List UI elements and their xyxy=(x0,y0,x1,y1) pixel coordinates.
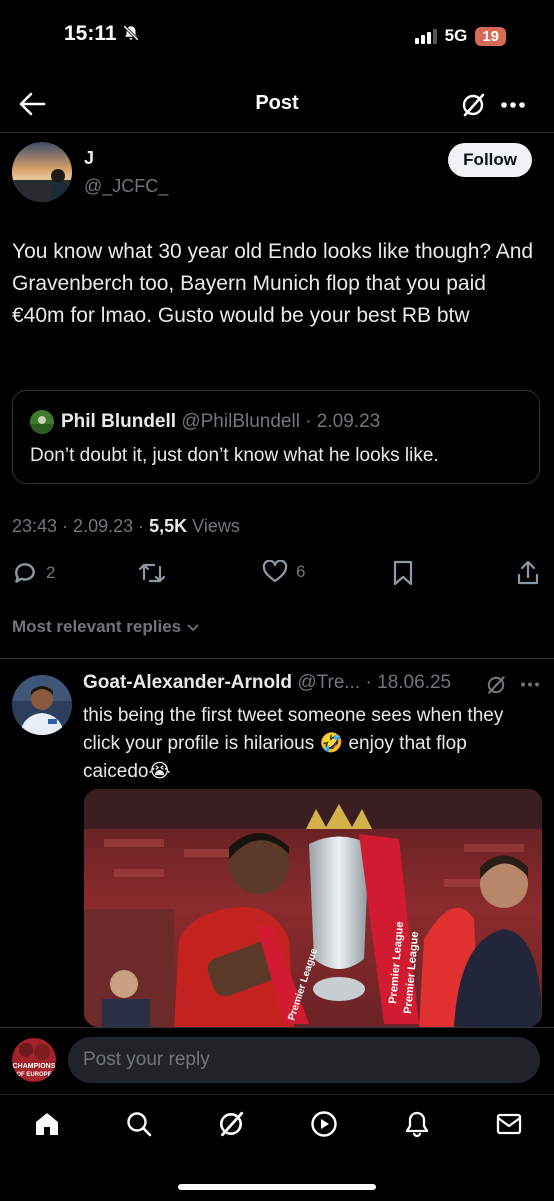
network-type: 5G xyxy=(444,26,468,45)
reply-input-placeholder: Post your reply xyxy=(83,1049,210,1070)
reply-date: · 18.06.25 xyxy=(365,672,452,693)
like-icon[interactable] xyxy=(262,560,288,584)
reply-icon[interactable] xyxy=(12,560,38,586)
reply-author-avatar[interactable] xyxy=(12,675,72,735)
like-action[interactable]: 6 xyxy=(262,560,305,584)
reply-text: this being the first tweet someone sees … xyxy=(83,705,504,782)
quote-header: Phil Blundell @PhilBlundell · 2.09.23 xyxy=(61,411,380,433)
author-avatar[interactable] xyxy=(12,142,72,202)
more-dots-icon[interactable] xyxy=(500,101,526,109)
views-count: 5,5K xyxy=(149,516,188,536)
battery-level: 19 xyxy=(475,26,506,46)
tweet-text: You know what 30 year old Endo looks lik… xyxy=(12,240,534,327)
author-name[interactable]: J xyxy=(84,148,94,169)
reply-media-image[interactable]: Premier League Premier League Premier Le… xyxy=(84,789,542,1027)
like-count: 6 xyxy=(296,562,306,581)
status-indicators: 5G 19 xyxy=(414,26,506,46)
grok-icon[interactable] xyxy=(217,1110,245,1138)
grok-icon[interactable] xyxy=(460,92,486,118)
tweet-actions: 2 6 xyxy=(12,560,542,588)
share-action[interactable] xyxy=(516,560,540,586)
notifications-icon[interactable] xyxy=(403,1110,431,1138)
views-label: Views xyxy=(192,516,240,536)
more-dots-icon[interactable] xyxy=(520,681,540,688)
quote-author-name: Phil Blundell xyxy=(61,411,177,432)
quote-date: · 2.09.23 xyxy=(305,411,381,432)
replies-sort-selector[interactable]: Most relevant replies xyxy=(12,617,201,637)
tweet-meta: 23:43 · 2.09.23 · 5,5K Views xyxy=(12,516,240,537)
tweet-time: 23:43 xyxy=(12,516,58,536)
quote-author-avatar xyxy=(30,410,54,434)
quote-author-handle: @PhilBlundell xyxy=(181,411,300,432)
author-handle[interactable]: @_JCFC_ xyxy=(84,176,168,197)
section-divider xyxy=(0,658,554,659)
home-indicator xyxy=(178,1184,376,1190)
quoted-tweet[interactable]: Phil Blundell @PhilBlundell · 2.09.23 Do… xyxy=(12,390,540,484)
bell-muted-icon xyxy=(123,25,140,41)
bookmark-action[interactable] xyxy=(392,560,414,586)
chevron-down-icon xyxy=(187,624,199,632)
home-icon[interactable] xyxy=(33,1110,61,1138)
retweet-action[interactable] xyxy=(138,560,166,586)
tweet-date: · 2.09.23 · xyxy=(62,516,145,536)
avatar-caption-2: OF EUROPE xyxy=(16,1072,51,1078)
replies-sort-label: Most relevant replies xyxy=(12,617,182,636)
retweet-icon[interactable] xyxy=(138,560,166,586)
header-divider xyxy=(0,132,554,133)
status-time: 15:11 xyxy=(64,22,140,46)
reply-author-handle[interactable]: @Tre... xyxy=(297,672,360,693)
reply-author-name[interactable]: Goat-Alexander-Arnold xyxy=(83,672,292,693)
grok-icon[interactable] xyxy=(485,674,507,696)
composer-avatar[interactable]: CHAMPIONS OF EUROPE xyxy=(12,1038,56,1082)
share-icon[interactable] xyxy=(516,560,540,586)
reply-action[interactable]: 2 xyxy=(12,560,55,586)
quote-text: Don’t doubt it, just don’t know what he … xyxy=(30,445,439,466)
follow-button[interactable]: Follow xyxy=(448,143,532,177)
search-icon[interactable] xyxy=(125,1110,153,1138)
avatar-caption-1: CHAMPIONS xyxy=(13,1063,56,1070)
bookmark-icon[interactable] xyxy=(392,560,414,586)
reply-input[interactable]: Post your reply xyxy=(68,1037,540,1083)
reply-count: 2 xyxy=(46,563,56,582)
messages-icon[interactable] xyxy=(495,1110,523,1138)
signal-icon xyxy=(414,28,437,44)
reply-header: Goat-Alexander-Arnold @Tre... · 18.06.25 xyxy=(83,672,451,694)
video-icon[interactable] xyxy=(310,1110,338,1138)
